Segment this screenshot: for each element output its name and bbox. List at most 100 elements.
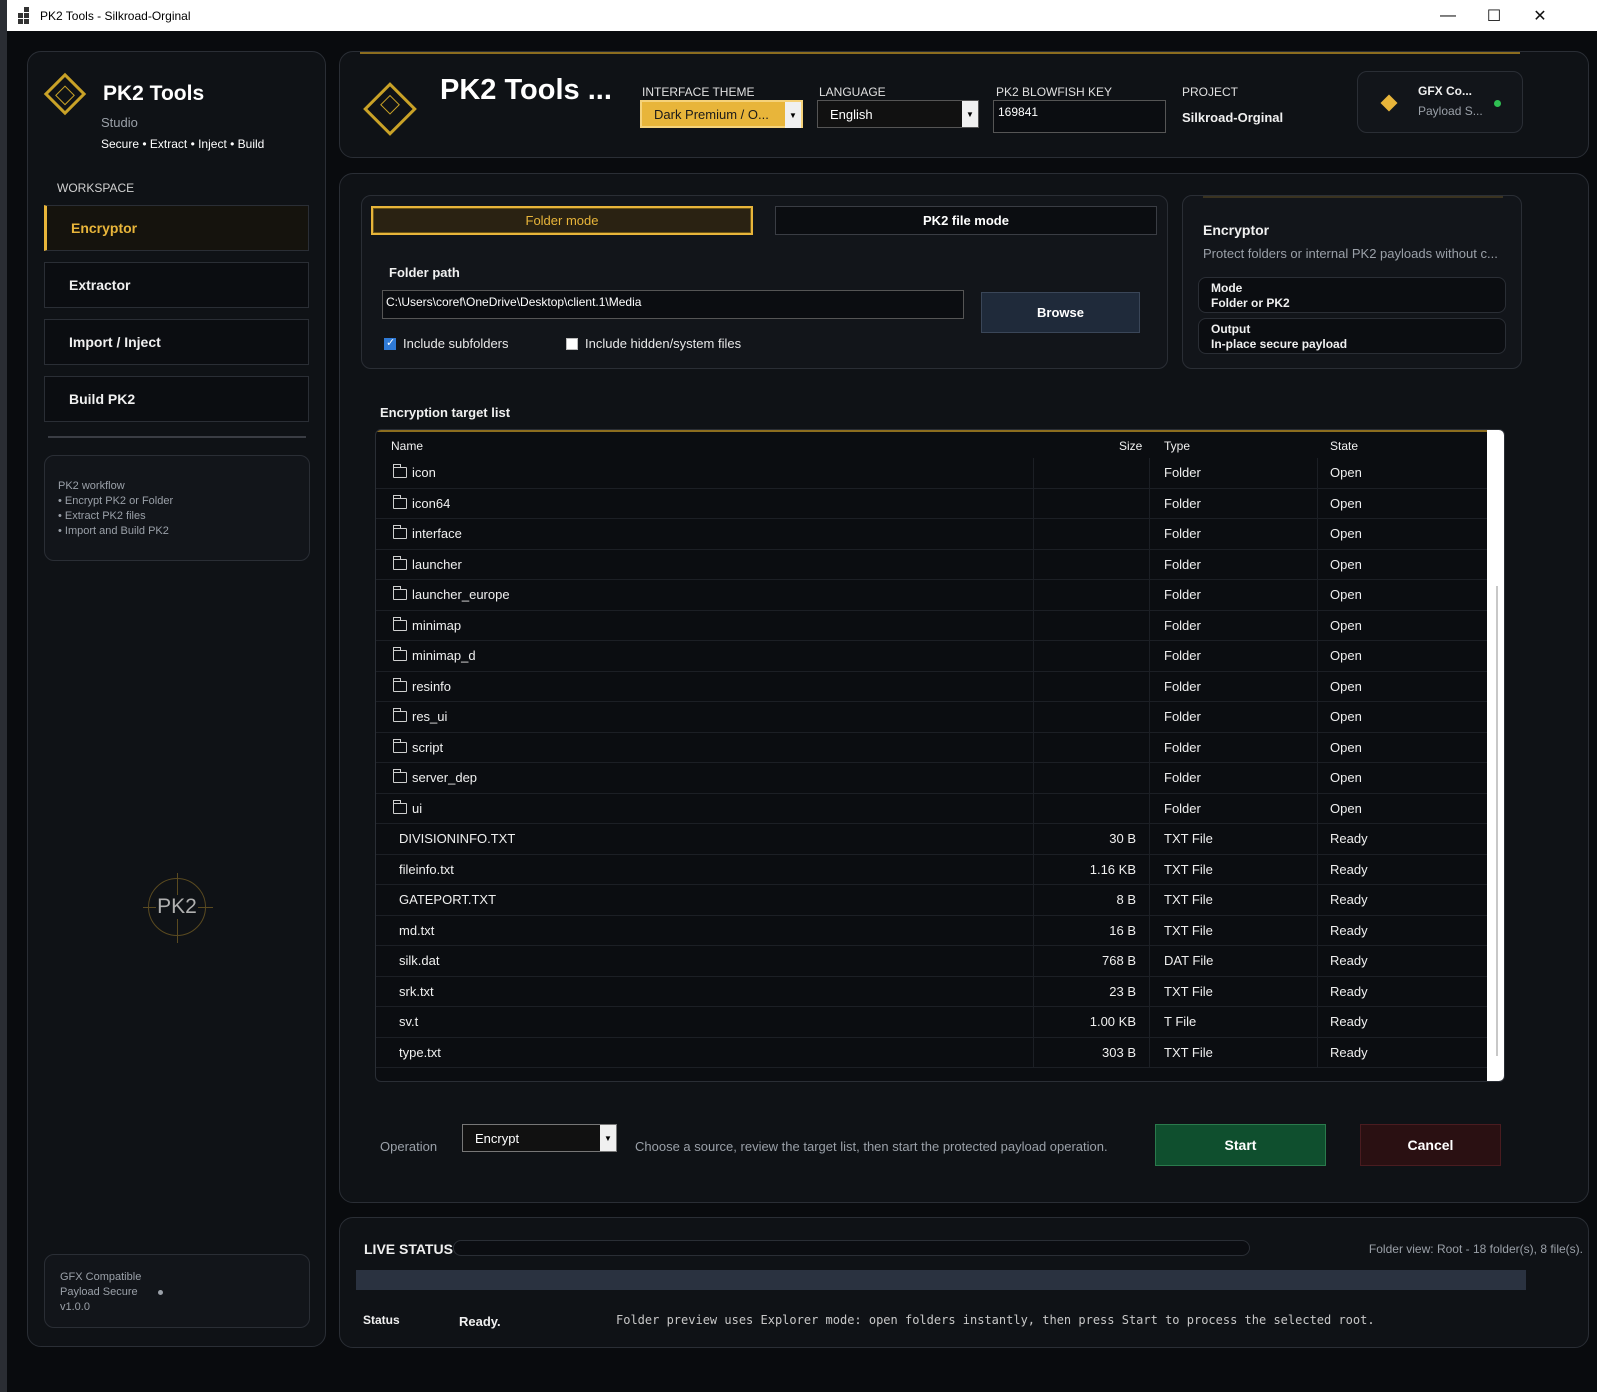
cancel-button[interactable]: Cancel — [1360, 1124, 1501, 1166]
cell-name: server_dep — [412, 770, 478, 785]
info-description: Protect folders or internal PK2 payloads… — [1203, 246, 1498, 261]
table-row[interactable]: DIVISIONINFO.TXT 30 B TXT File Ready — [376, 824, 1488, 855]
column-separator — [1149, 458, 1150, 488]
operation-select[interactable]: Encrypt ▼ — [462, 1124, 617, 1152]
table-row[interactable]: type.txt 303 B TXT File Ready — [376, 1037, 1488, 1068]
column-header-type[interactable]: Type — [1164, 439, 1190, 453]
table-row[interactable]: icon Folder Open — [376, 458, 1488, 489]
column-header-name[interactable]: Name — [391, 439, 423, 453]
folder-icon — [393, 464, 407, 478]
column-separator — [1317, 702, 1318, 732]
cell-type: TXT File — [1164, 892, 1213, 907]
info-accent-line — [1203, 196, 1503, 198]
cell-state: Open — [1330, 648, 1362, 663]
column-separator — [1317, 824, 1318, 854]
column-separator — [1317, 641, 1318, 671]
column-separator — [1033, 610, 1034, 640]
column-separator — [1033, 458, 1034, 488]
table-row[interactable]: sv.t 1.00 KB T File Ready — [376, 1007, 1488, 1038]
cell-size: 1.00 KB — [1089, 1014, 1136, 1029]
cell-state: Open — [1330, 587, 1362, 602]
sidebar-item-extractor[interactable]: Extractor — [44, 262, 309, 308]
folder-mode-tab[interactable]: Folder mode — [371, 206, 753, 235]
include-subfolders-checkbox[interactable]: Include subfolders — [384, 336, 509, 351]
column-header-size[interactable]: Size — [1119, 439, 1142, 453]
start-button[interactable]: Start — [1155, 1124, 1326, 1166]
table-row[interactable]: fileinfo.txt 1.16 KB TXT File Ready — [376, 854, 1488, 885]
table-row[interactable]: minimap Folder Open — [376, 610, 1488, 641]
column-separator — [1033, 885, 1034, 915]
folder-path-input[interactable]: C:\Users\coref\OneDrive\Desktop\client.1… — [382, 290, 964, 319]
maximize-button[interactable]: ☐ — [1471, 0, 1517, 31]
column-separator — [1317, 854, 1318, 884]
cell-type: T File — [1164, 1014, 1197, 1029]
cell-name: icon — [412, 465, 436, 480]
table-row[interactable]: launcher Folder Open — [376, 549, 1488, 580]
list-scrollbar[interactable] — [1487, 430, 1504, 1081]
status-log-bar — [356, 1270, 1526, 1290]
pk2-file-mode-tab[interactable]: PK2 file mode — [775, 206, 1157, 235]
table-row[interactable]: res_ui Folder Open — [376, 702, 1488, 733]
cell-name: script — [412, 739, 444, 755]
footer-gfx: GFX Compatible — [60, 1271, 142, 1283]
cell-state: Ready — [1330, 1044, 1368, 1060]
folder-icon — [393, 647, 407, 661]
column-separator — [1033, 976, 1034, 1006]
language-select[interactable]: English ▼ — [817, 100, 979, 128]
scrollbar-thumb[interactable] — [1496, 586, 1498, 1056]
column-separator — [1033, 915, 1034, 945]
column-separator — [1149, 976, 1150, 1006]
table-row[interactable]: minimap_d Folder Open — [376, 641, 1488, 672]
project-value: Silkroad-Orginal — [1182, 110, 1284, 125]
cell-type: TXT File — [1164, 831, 1213, 846]
table-row[interactable]: launcher_europe Folder Open — [376, 580, 1488, 611]
chevron-down-icon: ▼ — [600, 1125, 616, 1151]
column-separator — [1033, 763, 1034, 793]
close-button[interactable]: ✕ — [1517, 0, 1563, 31]
cell-type: Folder — [1164, 465, 1201, 480]
cell-state: Ready — [1330, 953, 1368, 968]
pk2-emblem-icon: PK2 — [143, 873, 213, 943]
theme-select[interactable]: Dark Premium / O... ▼ — [640, 100, 803, 128]
workflow-title: PK2 workflow — [58, 480, 125, 492]
table-row[interactable]: resinfo Folder Open — [376, 671, 1488, 702]
minimize-button[interactable]: — — [1425, 0, 1471, 31]
cell-state: Ready — [1330, 892, 1368, 907]
folder-icon — [393, 616, 407, 631]
table-row[interactable]: silk.dat 768 B DAT File Ready — [376, 946, 1488, 977]
browse-button[interactable]: Browse — [981, 292, 1140, 333]
column-separator — [1317, 549, 1318, 579]
sidebar-item-import-inject[interactable]: Import / Inject — [44, 319, 309, 365]
column-separator — [1033, 671, 1034, 701]
blowfish-key-input[interactable]: 169841 — [993, 100, 1166, 133]
table-row[interactable]: icon64 Folder Open — [376, 488, 1488, 519]
chevron-down-icon: ▼ — [962, 101, 978, 127]
include-hidden-checkbox[interactable]: Include hidden/system files — [566, 336, 741, 351]
cell-name: GATEPORT.TXT — [399, 892, 497, 907]
table-row[interactable]: script Folder Open — [376, 732, 1488, 763]
column-separator — [1033, 488, 1034, 518]
sidebar-item-encryptor[interactable]: Encryptor — [44, 205, 309, 251]
main-panel: Folder mode PK2 file mode Folder path C:… — [339, 173, 1589, 1203]
mode-value: Folder or PK2 — [1211, 296, 1290, 310]
table-row[interactable]: md.txt 16 B TXT File Ready — [376, 915, 1488, 946]
cell-state: Open — [1330, 800, 1362, 816]
table-row[interactable]: GATEPORT.TXT 8 B TXT File Ready — [376, 885, 1488, 916]
target-list[interactable]: Name Size Type State icon Folder Open icon6… — [375, 429, 1505, 1082]
chevron-down-icon: ▼ — [785, 102, 801, 128]
sidebar-item-build-pk2[interactable]: Build PK2 — [44, 376, 309, 422]
table-row[interactable]: interface Folder Open — [376, 519, 1488, 550]
column-separator — [1149, 1007, 1150, 1037]
table-row[interactable]: server_dep Folder Open — [376, 763, 1488, 794]
project-label: PROJECT — [1182, 85, 1239, 99]
column-separator — [1317, 488, 1318, 518]
column-separator — [1149, 946, 1150, 976]
table-row[interactable]: ui Folder Open — [376, 793, 1488, 824]
table-row[interactable]: srk.txt 23 B TXT File Ready — [376, 976, 1488, 1007]
cell-state: Ready — [1330, 861, 1368, 877]
column-separator — [1149, 824, 1150, 854]
cell-type: Folder — [1164, 678, 1201, 694]
maximize-icon: ☐ — [1486, 7, 1502, 25]
cell-type: Folder — [1164, 587, 1201, 602]
column-header-state[interactable]: State — [1330, 439, 1358, 453]
